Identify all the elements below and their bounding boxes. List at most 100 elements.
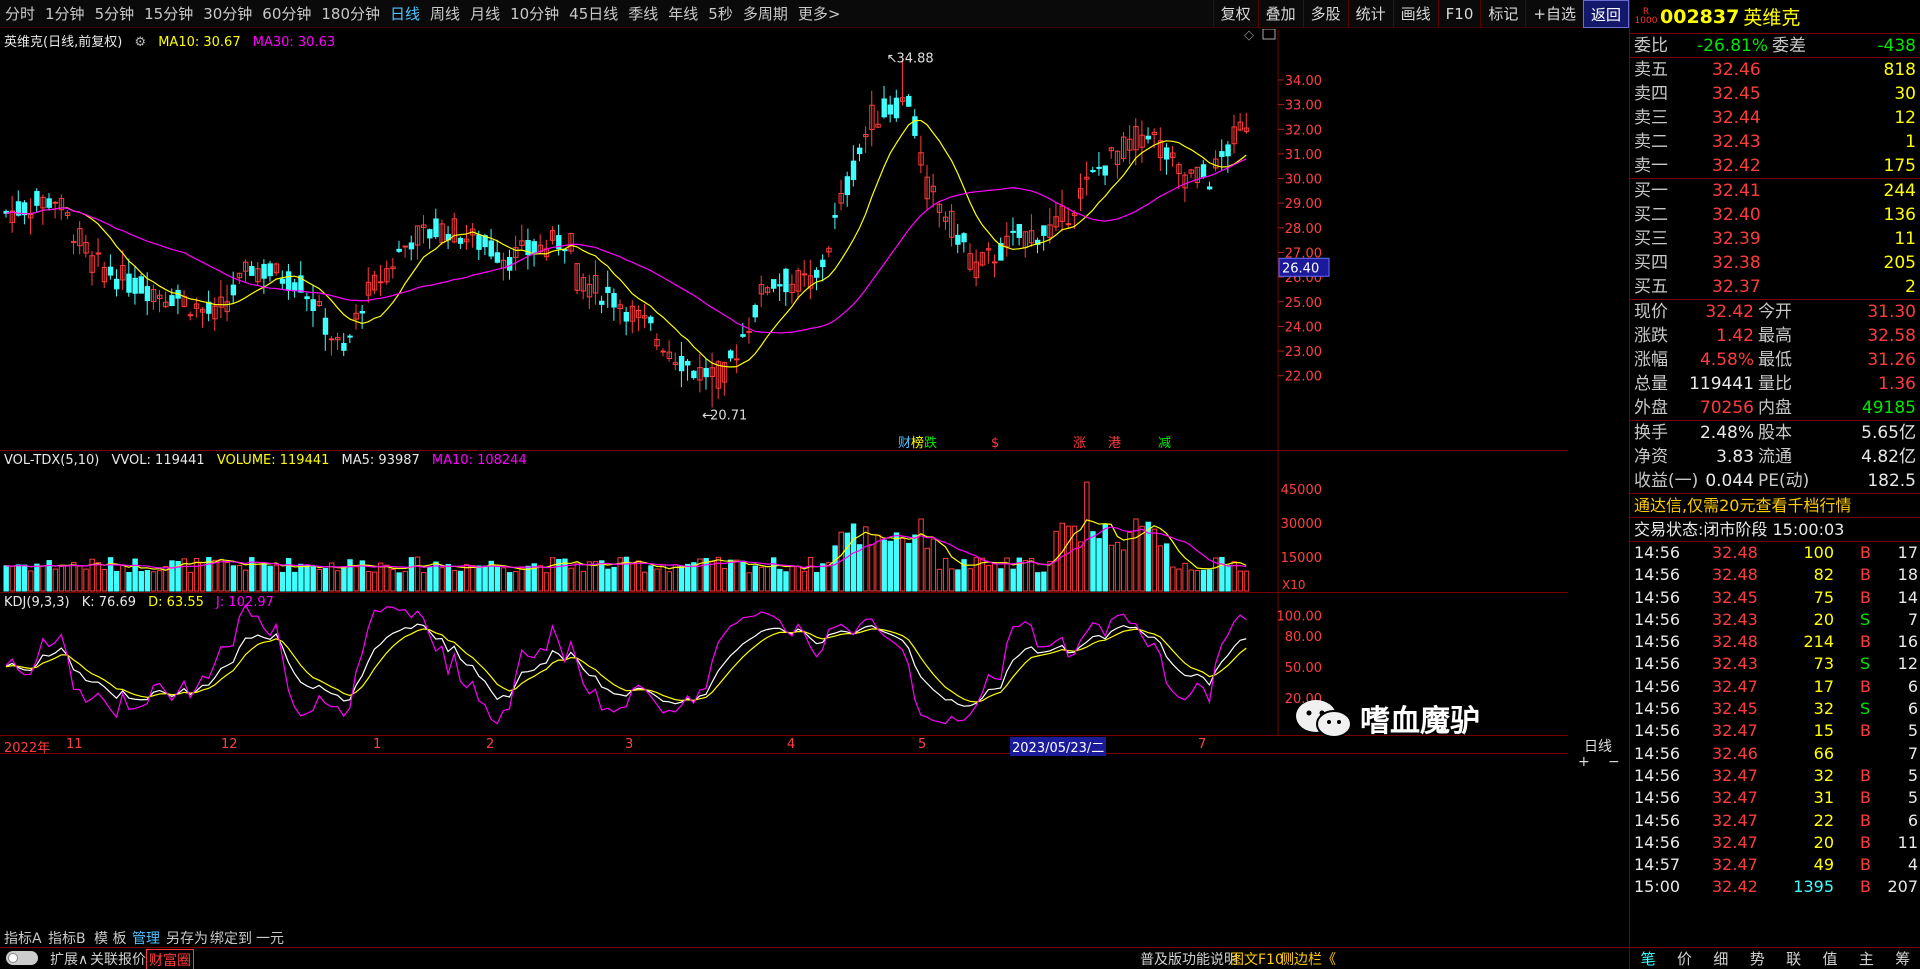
expand-button[interactable]: 扩展∧ [50, 949, 88, 969]
tick-row[interactable]: 14:56 32.45 75 B 14 [1630, 587, 1920, 609]
version-info-link[interactable]: 普及版功能说明 [1140, 949, 1238, 969]
tick-row[interactable]: 14:56 32.47 32 B 5 [1630, 765, 1920, 787]
bid-row[interactable]: 买一 32.41 244 [1630, 179, 1920, 203]
volume-bar [642, 571, 648, 592]
ask-row[interactable]: 卖四 32.45 30 [1630, 82, 1920, 106]
period-0[interactable]: 分时 [0, 0, 40, 28]
period-5[interactable]: 60分钟 [257, 0, 316, 28]
tick-row[interactable]: 14:56 32.48 100 B 17 [1630, 542, 1920, 564]
period-12[interactable]: 季线 [623, 0, 663, 28]
tick-row[interactable]: 14:56 32.47 17 B 6 [1630, 676, 1920, 698]
indicator-tab-2[interactable]: 模 板 [94, 928, 126, 948]
tool-button-5[interactable]: F10 [1437, 0, 1481, 28]
period-15[interactable]: 多周期 [738, 0, 793, 28]
period-10[interactable]: 10分钟 [505, 0, 564, 28]
panel-tab-4[interactable]: 联 [1776, 948, 1812, 969]
panel-tab-1[interactable]: 价 [1666, 948, 1702, 969]
period-7[interactable]: 日线 [385, 0, 425, 28]
period-6[interactable]: 180分钟 [316, 0, 385, 28]
bid-row[interactable]: 买二 32.40 136 [1630, 203, 1920, 227]
tick-row[interactable]: 14:56 32.47 31 B 5 [1630, 787, 1920, 809]
tool-button-2[interactable]: 多股 [1302, 0, 1348, 28]
event-marker[interactable]: 减 [1158, 436, 1171, 451]
tick-row[interactable]: 14:56 32.43 73 S 12 [1630, 653, 1920, 675]
event-marker[interactable]: $ [991, 436, 999, 451]
ask-row[interactable]: 卖五 32.46 818 [1630, 58, 1920, 82]
tick-row[interactable]: 14:56 32.45 32 S 6 [1630, 698, 1920, 720]
tick-list[interactable]: 14:56 32.48 100 B 17 14:56 32.48 82 B 18 14:56 32.4… [1630, 542, 1920, 899]
candle-body [46, 198, 52, 208]
indicator-tab-5[interactable]: 绑定到 [210, 928, 252, 948]
tool-button-8[interactable]: 返回 [1582, 0, 1629, 28]
zoom-out-icon[interactable]: − [1608, 754, 1620, 770]
event-marker[interactable]: 涨 [1073, 436, 1086, 451]
f10-link[interactable]: 图文F10 [1230, 949, 1284, 969]
ask-row[interactable]: 卖二 32.43 1 [1630, 130, 1920, 154]
tool-button-0[interactable]: 复权 [1212, 0, 1258, 28]
event-marker[interactable]: 榜 [911, 435, 924, 451]
ask-row[interactable]: 卖三 32.44 12 [1630, 106, 1920, 130]
related-quotes-button[interactable]: 关联报价 [90, 949, 146, 969]
tick-row[interactable]: 14:56 32.48 82 B 18 [1630, 564, 1920, 586]
zoom-in-icon[interactable]: + [1578, 754, 1590, 770]
tick-row[interactable]: 14:56 32.46 66 7 [1630, 743, 1920, 765]
tick-row[interactable]: 14:56 32.47 20 B 11 [1630, 832, 1920, 854]
tick-row[interactable]: 14:56 32.48 214 B 16 [1630, 631, 1920, 653]
indicator-tab-3[interactable]: 管理 [132, 928, 160, 948]
indicator-tab-4[interactable]: 另存为 [166, 928, 208, 948]
wealth-circle-button[interactable]: 财富圈 [146, 949, 194, 969]
volume-pane[interactable]: VOL-TDX(5,10) VVOL: 119441 VOLUME: 11944… [0, 451, 1568, 593]
kline-pane[interactable]: 英维克(日线,前复权) ⚙ MA10: 30.67 MA30: 30.63 34… [0, 28, 1568, 451]
kline-chart[interactable]: 34.0033.0032.0031.0030.0029.0028.0027.00… [0, 28, 1568, 451]
panel-tab-6[interactable]: 主 [1848, 948, 1884, 969]
period-2[interactable]: 5分钟 [90, 0, 140, 28]
period-9[interactable]: 月线 [465, 0, 505, 28]
toggle-switch[interactable] [6, 951, 38, 965]
indicator-tab-1[interactable]: 指标B [48, 928, 86, 948]
panel-tab-7[interactable]: 筹 [1885, 948, 1920, 969]
book-price: 32.44 [1712, 108, 1761, 128]
tick-row[interactable]: 14:56 32.47 22 B 6 [1630, 810, 1920, 832]
indicator-tab-0[interactable]: 指标A [4, 928, 42, 948]
period-1[interactable]: 1分钟 [40, 0, 90, 28]
period-3[interactable]: 15分钟 [139, 0, 198, 28]
tool-button-4[interactable]: 画线 [1392, 0, 1438, 28]
period-indicator[interactable]: 日线 [1584, 736, 1612, 756]
tool-button-6[interactable]: 标记 [1480, 0, 1525, 28]
tick-row[interactable]: 14:56 32.47 15 B 5 [1630, 720, 1920, 742]
event-marker[interactable]: 跌 [924, 435, 937, 451]
volume-bar [1041, 571, 1047, 592]
stock-code[interactable]: 002837 [1660, 6, 1739, 28]
period-8[interactable]: 周线 [425, 0, 465, 28]
panel-tab-3[interactable]: 势 [1739, 948, 1775, 969]
event-marker[interactable]: 财 [898, 436, 911, 451]
stock-name[interactable]: 英维克 [1743, 3, 1800, 30]
bid-row[interactable]: 买三 32.39 11 [1630, 227, 1920, 251]
period-11[interactable]: 45日线 [564, 0, 623, 28]
period-16[interactable]: 更多> [793, 0, 846, 28]
ask-row[interactable]: 卖一 32.42 175 [1630, 154, 1920, 178]
volume-bar [985, 565, 992, 592]
bid-row[interactable]: 买五 32.37 2 [1630, 275, 1920, 299]
panel-tab-0[interactable]: 笔 [1630, 948, 1666, 969]
indicator-tab-6[interactable]: 一元 [256, 928, 284, 948]
panel-tab-2[interactable]: 细 [1703, 948, 1739, 969]
bid-row[interactable]: 买四 32.38 205 [1630, 251, 1920, 275]
period-13[interactable]: 年线 [663, 0, 703, 28]
period-4[interactable]: 30分钟 [198, 0, 257, 28]
tool-button-1[interactable]: 叠加 [1257, 0, 1303, 28]
volume-chart[interactable]: 45000 30000 15000 X10 [0, 451, 1568, 593]
period-14[interactable]: 5秒 [703, 0, 738, 28]
tool-button-3[interactable]: 统计 [1347, 0, 1393, 28]
settings-icon[interactable]: ⚙ [134, 35, 146, 50]
sidebar-toggle[interactable]: 侧边栏《 [1280, 949, 1336, 969]
tick-row[interactable]: 15:00 32.42 1395 B 207 [1630, 876, 1920, 898]
event-marker[interactable]: 港 [1108, 436, 1121, 451]
tick-row[interactable]: 14:56 32.43 20 S 7 [1630, 609, 1920, 631]
ad-text[interactable]: 通达信,仅需20元查看千档行情 [1634, 494, 1851, 518]
ad-banner[interactable]: 通达信,仅需20元查看千档行情 [1630, 494, 1920, 518]
tool-button-7[interactable]: +自选 [1525, 0, 1583, 28]
panel-tab-5[interactable]: 值 [1812, 948, 1848, 969]
tick-row[interactable]: 14:57 32.47 49 B 4 [1630, 854, 1920, 876]
price-tick-label: 25.00 [1285, 296, 1322, 311]
